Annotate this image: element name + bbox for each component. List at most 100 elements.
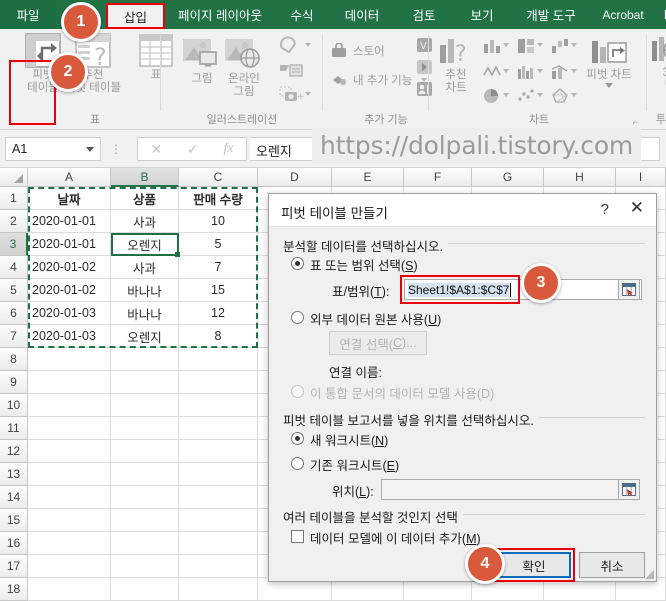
chevron-down-icon-radar-chart[interactable] <box>571 93 577 97</box>
cell-empty[interactable] <box>179 463 258 486</box>
row-header-13[interactable]: 13 <box>0 463 28 486</box>
tab-review[interactable]: 검토 <box>396 0 452 29</box>
cell-empty[interactable] <box>111 371 179 394</box>
row-header-2[interactable]: 2 <box>0 210 28 233</box>
button-table[interactable]: 표 <box>136 33 176 82</box>
cell-empty[interactable] <box>28 532 111 555</box>
cell-B7[interactable]: 오렌지 <box>111 325 179 348</box>
cell-A7[interactable]: 2020-01-03 <box>28 325 111 348</box>
close-icon-dialog[interactable]: ✕ <box>630 199 644 216</box>
cell-empty[interactable] <box>179 555 258 578</box>
button-combo-chart[interactable] <box>550 63 577 85</box>
cell-C6[interactable]: 12 <box>179 302 258 325</box>
row-header-15[interactable]: 15 <box>0 509 28 532</box>
cell-empty[interactable] <box>111 532 179 555</box>
cell-empty[interactable] <box>179 394 258 417</box>
cell-empty[interactable] <box>179 348 258 371</box>
select-all-corner[interactable] <box>0 168 28 187</box>
button-pie-chart[interactable] <box>482 87 509 109</box>
button-pivot-chart[interactable]: 피벗 차트 <box>576 35 642 88</box>
chevron-down-icon-hierarchy-chart[interactable] <box>537 43 543 47</box>
row-header-1[interactable]: 1 <box>0 187 28 210</box>
check-icon[interactable]: ✓ <box>187 141 199 158</box>
cell-empty[interactable] <box>28 440 111 463</box>
cell-C2[interactable]: 10 <box>179 210 258 233</box>
cell-empty[interactable] <box>28 417 111 440</box>
cell-A1[interactable]: 날짜 <box>28 187 111 210</box>
button-screenshot[interactable]: + <box>278 85 311 110</box>
cell-A5[interactable]: 2020-01-02 <box>28 279 111 302</box>
col-header-E[interactable]: E <box>332 168 404 187</box>
tab-view[interactable]: 보기 <box>456 0 508 29</box>
radio-existing-worksheet[interactable] <box>291 457 304 470</box>
name-box[interactable]: A1 <box>5 137 101 161</box>
row-header-4[interactable]: 4 <box>0 256 28 279</box>
row-header-5[interactable]: 5 <box>0 279 28 302</box>
cell-empty[interactable] <box>28 578 111 601</box>
help-icon[interactable]: ? <box>601 201 609 218</box>
tab-page-layout[interactable]: 페이지 레이아웃 <box>168 0 272 29</box>
cell-A3[interactable]: 2020-01-01 <box>28 233 111 256</box>
radio-new-worksheet[interactable] <box>291 432 304 445</box>
button-online-picture[interactable]: 온라인 그림 <box>214 35 274 99</box>
cell-empty[interactable] <box>179 532 258 555</box>
row-header-3[interactable]: 3 <box>0 233 28 256</box>
tab-file[interactable]: 파일 <box>0 0 56 29</box>
col-header-H[interactable]: H <box>544 168 616 187</box>
row-header-6[interactable]: 6 <box>0 302 28 325</box>
button-store[interactable]: 스토어 <box>330 43 385 59</box>
row-header-9[interactable]: 9 <box>0 371 28 394</box>
cell-empty[interactable] <box>28 509 111 532</box>
chevron-down-icon-pivot-chart[interactable] <box>605 83 613 88</box>
cell-empty[interactable] <box>179 371 258 394</box>
cell-empty[interactable] <box>179 578 258 601</box>
cell-C1[interactable]: 판매 수량 <box>179 187 258 210</box>
button-radar-chart[interactable] <box>550 87 577 109</box>
cell-empty[interactable] <box>28 486 111 509</box>
button-smartart[interactable] <box>278 61 304 86</box>
cell-empty[interactable] <box>28 463 111 486</box>
button-shapes[interactable] <box>278 36 311 61</box>
cancel-button[interactable]: 취소 <box>579 552 645 578</box>
row-header-17[interactable]: 17 <box>0 555 28 578</box>
row-header-7[interactable]: 7 <box>0 325 28 348</box>
col-header-B[interactable]: B <box>111 168 179 187</box>
checkbox-add-to-data-model[interactable] <box>291 530 304 543</box>
row-header-18[interactable]: 18 <box>0 578 28 601</box>
cell-empty[interactable] <box>28 348 111 371</box>
chevron-down-icon-scatter-chart[interactable] <box>537 93 543 97</box>
radio-select-table-range[interactable] <box>291 257 304 270</box>
button-line-chart[interactable] <box>482 63 509 85</box>
cell-empty[interactable] <box>111 509 179 532</box>
cell-empty[interactable] <box>179 509 258 532</box>
cell-empty[interactable] <box>28 371 111 394</box>
tab-acrobat[interactable]: Acrobat <box>592 0 654 29</box>
radio-use-data-model[interactable] <box>291 385 304 398</box>
cell-empty[interactable] <box>111 417 179 440</box>
cell-empty[interactable] <box>111 463 179 486</box>
cell-empty[interactable] <box>28 394 111 417</box>
chevron-down-icon-name-box[interactable] <box>86 147 94 152</box>
tab-formulas[interactable]: 수식 <box>276 0 328 29</box>
col-header-F[interactable]: F <box>404 168 472 187</box>
cell-C3[interactable]: 5 <box>179 233 258 256</box>
cell-A6[interactable]: 2020-01-03 <box>28 302 111 325</box>
cell-empty[interactable] <box>179 486 258 509</box>
row-header-10[interactable]: 10 <box>0 394 28 417</box>
cell-B5[interactable]: 바나나 <box>111 279 179 302</box>
button-recommended-charts[interactable]: ? 추천 차트 <box>434 35 478 95</box>
button-statistic-chart[interactable] <box>516 63 543 85</box>
cell-B3[interactable]: 오렌지 <box>111 233 179 256</box>
chevron-down-icon-pie-chart[interactable] <box>503 93 509 97</box>
col-header-A[interactable]: A <box>28 168 111 187</box>
tab-developer[interactable]: 개발 도구 <box>512 0 590 29</box>
col-header-I[interactable]: I <box>616 168 666 187</box>
radio-external-data-source[interactable] <box>291 311 304 324</box>
tab-power-pivot[interactable]: P <box>658 0 666 29</box>
cell-A2[interactable]: 2020-01-01 <box>28 210 111 233</box>
chevron-down-icon-statistic-chart[interactable] <box>537 69 543 73</box>
range-picker-button[interactable] <box>618 279 640 300</box>
cell-C4[interactable]: 7 <box>179 256 258 279</box>
chevron-down-icon-column-chart[interactable] <box>503 43 509 47</box>
button-3d-map[interactable]: 3D 맵 <box>650 35 666 93</box>
